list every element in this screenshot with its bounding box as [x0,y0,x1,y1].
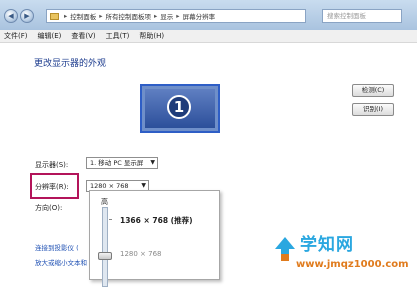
breadcrumb-display[interactable]: 显示 [160,11,173,21]
resolution-label: 分辨率(R): [35,183,69,191]
search-input[interactable]: 搜索控制面板 [322,9,402,23]
detect-button[interactable]: 检测(C) [352,84,394,97]
monitor-screen: 1 [145,89,215,128]
display-select[interactable]: 1. 移动 PC 显示屏 ▼ [86,157,158,169]
menu-bar: 文件(F) 编辑(E) 查看(V) 工具(T) 帮助(H) [0,30,417,43]
resolution-dropdown: 高 1366 × 768 (推荐) 1280 × 768 [89,190,220,287]
menu-edit[interactable]: 编辑(E) [38,31,62,41]
back-arrow-icon[interactable]: ◀ [4,9,18,23]
resolution-option-recommended[interactable]: 1366 × 768 (推荐) [120,215,193,226]
folder-icon [50,12,59,20]
link-projector[interactable]: 连接到投影仪 ( [35,242,79,252]
menu-view[interactable]: 查看(V) [71,31,95,41]
breadcrumb-screen-resolution[interactable]: 屏幕分辨率 [183,11,216,21]
resolution-select-value: 1280 × 768 [90,182,129,190]
menu-tools[interactable]: 工具(T) [106,31,130,41]
link-text-size[interactable]: 放大或缩小文本和 [35,257,87,267]
watermark-title: 学知网 [300,235,354,255]
chevron-down-icon: ▼ [150,159,155,166]
breadcrumb-control-panel[interactable]: 控制面板 [70,11,96,21]
title-bar: ◀ ▶ ▸ 控制面板 ▸ 所有控制面板项 ▸ 显示 ▸ 屏幕分辨率 搜索控制面板 [0,0,417,30]
monitor-number-badge: 1 [167,95,191,119]
resolution-slider-track[interactable] [102,207,108,287]
monitor-preview[interactable]: 1 [140,84,220,133]
watermark: 学知网 www.jmqz1000.com [274,228,417,280]
watermark-url: www.jmqz1000.com [296,259,409,270]
page-title: 更改显示器的外观 [34,59,107,69]
watermark-logo-icon [275,237,295,261]
slider-high-label: 高 [101,198,108,206]
identify-button[interactable]: 识别(I) [352,103,394,116]
menu-help[interactable]: 帮助(H) [139,31,164,41]
display-select-value: 1. 移动 PC 显示屏 [90,159,144,167]
display-label: 显示器(S): [35,161,69,169]
breadcrumb-all-items[interactable]: 所有控制面板项 [106,11,152,21]
resolution-slider-thumb[interactable] [98,251,112,260]
menu-file[interactable]: 文件(F) [4,31,28,41]
address-bar[interactable]: ▸ 控制面板 ▸ 所有控制面板项 ▸ 显示 ▸ 屏幕分辨率 [46,9,306,23]
forward-arrow-icon[interactable]: ▶ [20,9,34,23]
resolution-option-current[interactable]: 1280 × 768 [120,250,162,258]
orientation-label: 方向(O): [35,204,63,212]
